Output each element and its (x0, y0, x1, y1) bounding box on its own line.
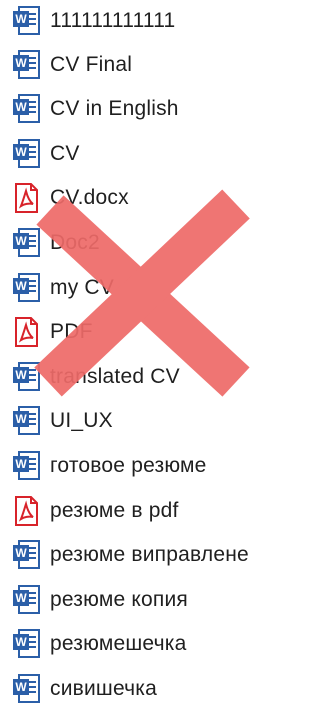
word-document-icon: W (13, 139, 40, 168)
svg-text:W: W (15, 457, 27, 471)
pdf-document-icon (15, 317, 38, 347)
word-document-icon: W (13, 50, 40, 79)
svg-text:W: W (15, 145, 27, 159)
word-document-icon: W (13, 451, 40, 480)
file-item-rezyume-v-pdf[interactable]: резюме в pdf (12, 491, 179, 531)
svg-text:W: W (15, 100, 27, 114)
file-name: резюмешечка (50, 632, 187, 655)
word-document-icon: W (13, 6, 40, 35)
file-item-cv-docx[interactable]: CV.docx (12, 178, 129, 218)
word-document-icon: W (13, 406, 40, 435)
file-name: CV Final (50, 53, 133, 76)
svg-text:W: W (15, 56, 27, 70)
svg-text:W: W (15, 234, 27, 248)
file-name: PDF (50, 320, 93, 343)
file-item-rezyume-vypravlene[interactable]: W резюме виправлене (12, 535, 249, 575)
word-document-icon: W (13, 540, 40, 569)
svg-text:W: W (15, 12, 27, 26)
pdf-document-icon (15, 183, 38, 213)
file-item-translated-cv[interactable]: W translated CV (12, 357, 180, 397)
file-name: UI_UX (50, 409, 113, 432)
file-item-ui-ux[interactable]: W UI_UX (12, 401, 113, 441)
word-document-icon: W (13, 228, 40, 257)
file-item-doc2[interactable]: W Doc2 (12, 223, 100, 263)
svg-text:W: W (15, 680, 27, 694)
file-name: CV.docx (50, 186, 129, 209)
svg-text:W: W (15, 279, 27, 293)
word-document-icon: W (13, 94, 40, 123)
file-name: резюме в pdf (50, 499, 179, 522)
file-name: CV in English (50, 97, 179, 120)
file-item-cv-in-english[interactable]: W CV in English (12, 89, 179, 129)
svg-text:W: W (15, 635, 27, 649)
file-name: готовое резюме (50, 454, 207, 477)
file-item-cv-final[interactable]: W CV Final (12, 45, 132, 85)
file-name: my CV (50, 276, 114, 299)
file-item-cv[interactable]: W CV (12, 134, 80, 174)
file-name: Doc2 (50, 231, 100, 254)
svg-text:W: W (15, 368, 27, 382)
file-name: translated CV (50, 365, 180, 388)
file-name: CV (50, 142, 80, 165)
word-document-icon: W (13, 674, 40, 703)
word-document-icon: W (13, 629, 40, 658)
svg-text:W: W (15, 546, 27, 560)
file-name: резюме виправлене (50, 543, 249, 566)
file-item-gotovoe-rezyume[interactable]: W готовое резюме (12, 446, 207, 486)
file-item-my-cv[interactable]: W my CV (12, 268, 114, 308)
file-item-111111111111[interactable]: W 111111111111 (12, 1, 175, 41)
word-document-icon: W (13, 273, 40, 302)
file-name: сивишечка (50, 677, 158, 700)
svg-text:W: W (15, 591, 27, 605)
pdf-document-icon (15, 496, 38, 526)
file-item-pdf[interactable]: PDF (12, 312, 93, 352)
word-document-icon: W (13, 585, 40, 614)
file-name: 111111111111 (50, 9, 176, 32)
svg-text:W: W (15, 412, 27, 426)
file-item-rezyumeshechka[interactable]: W резюмешечка (12, 624, 186, 664)
file-item-rezyume-kopiya[interactable]: W резюме копия (12, 580, 188, 620)
word-document-icon: W (13, 362, 40, 391)
file-item-sivishechka[interactable]: W сивишечка (12, 669, 157, 709)
file-name: резюме копия (50, 588, 188, 611)
